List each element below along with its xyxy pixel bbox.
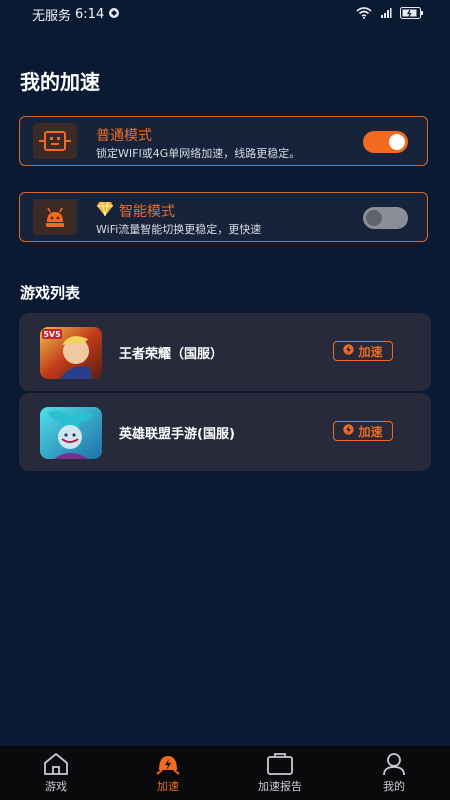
lightning-icon	[343, 344, 355, 358]
accelerate-icon	[156, 756, 180, 775]
tab-label: 加速报告	[258, 780, 302, 793]
report-icon	[267, 753, 293, 775]
signal-icon	[380, 4, 392, 23]
smart-mode-title: 智能模式	[119, 204, 175, 220]
tab-profile[interactable]: 我的	[338, 746, 450, 800]
game-row[interactable]: 英雄联盟手游(国服) 加速	[19, 393, 431, 471]
accelerate-button-label: 加速	[358, 344, 383, 359]
tab-label: 游戏	[45, 780, 67, 793]
normal-mode-toggle[interactable]	[363, 131, 408, 153]
tab-games[interactable]: 游戏	[0, 746, 112, 800]
status-right	[356, 4, 424, 23]
normal-mode-card[interactable]: 普通模式 锁定WIFI或4G单网络加速，线路更稳定。	[19, 116, 428, 166]
tab-label: 加速	[157, 780, 179, 793]
league-of-legends-icon	[40, 407, 102, 459]
accelerate-button-label: 加速	[358, 424, 383, 439]
accelerate-button[interactable]: 加速	[333, 421, 393, 441]
toggle-knob	[389, 134, 405, 150]
tab-report[interactable]: 加速报告	[224, 746, 336, 800]
status-left: 无服务 6:14	[32, 5, 120, 24]
profile-icon	[383, 753, 405, 776]
game-name: 王者荣耀（国服）	[119, 347, 224, 362]
smart-mode-desc: WiFi流量智能切换更稳定，更快速	[96, 223, 262, 236]
game-list-title: 游戏列表	[20, 284, 81, 302]
accelerate-button[interactable]: 加速	[333, 341, 393, 361]
honor-of-kings-icon: 5V5	[40, 327, 102, 379]
smart-mode-toggle[interactable]	[363, 207, 408, 229]
home-icon	[44, 753, 68, 775]
carrier-text: 无服务	[32, 9, 72, 24]
robot-icon	[33, 123, 77, 159]
notification-icon	[108, 7, 120, 23]
game-row[interactable]: 5V5 王者荣耀（国服） 加速	[19, 313, 431, 391]
lightning-icon	[343, 424, 355, 438]
vip-diamond-icon	[96, 201, 114, 221]
battery-icon	[400, 4, 424, 23]
toggle-knob	[366, 210, 382, 226]
bottom-tab-bar: 游戏 加速 加速报告 我的	[0, 746, 450, 800]
page-title: 我的加速	[20, 70, 100, 94]
tab-label: 我的	[383, 780, 405, 793]
android-robot-icon	[33, 199, 77, 235]
smart-mode-title-row: 智能模式	[96, 201, 175, 221]
normal-mode-title: 普通模式	[96, 128, 152, 144]
status-bar: 无服务 6:14	[0, 0, 450, 26]
smart-mode-card[interactable]: 智能模式 WiFi流量智能切换更稳定，更快速	[19, 192, 428, 242]
tab-accelerate[interactable]: 加速	[112, 746, 224, 800]
game-badge-text: 5V5	[43, 330, 61, 339]
clock-text: 6:14	[75, 7, 105, 22]
wifi-icon	[356, 4, 372, 23]
game-name: 英雄联盟手游(国服)	[119, 427, 235, 442]
normal-mode-desc: 锁定WIFI或4G单网络加速，线路更稳定。	[96, 147, 301, 160]
